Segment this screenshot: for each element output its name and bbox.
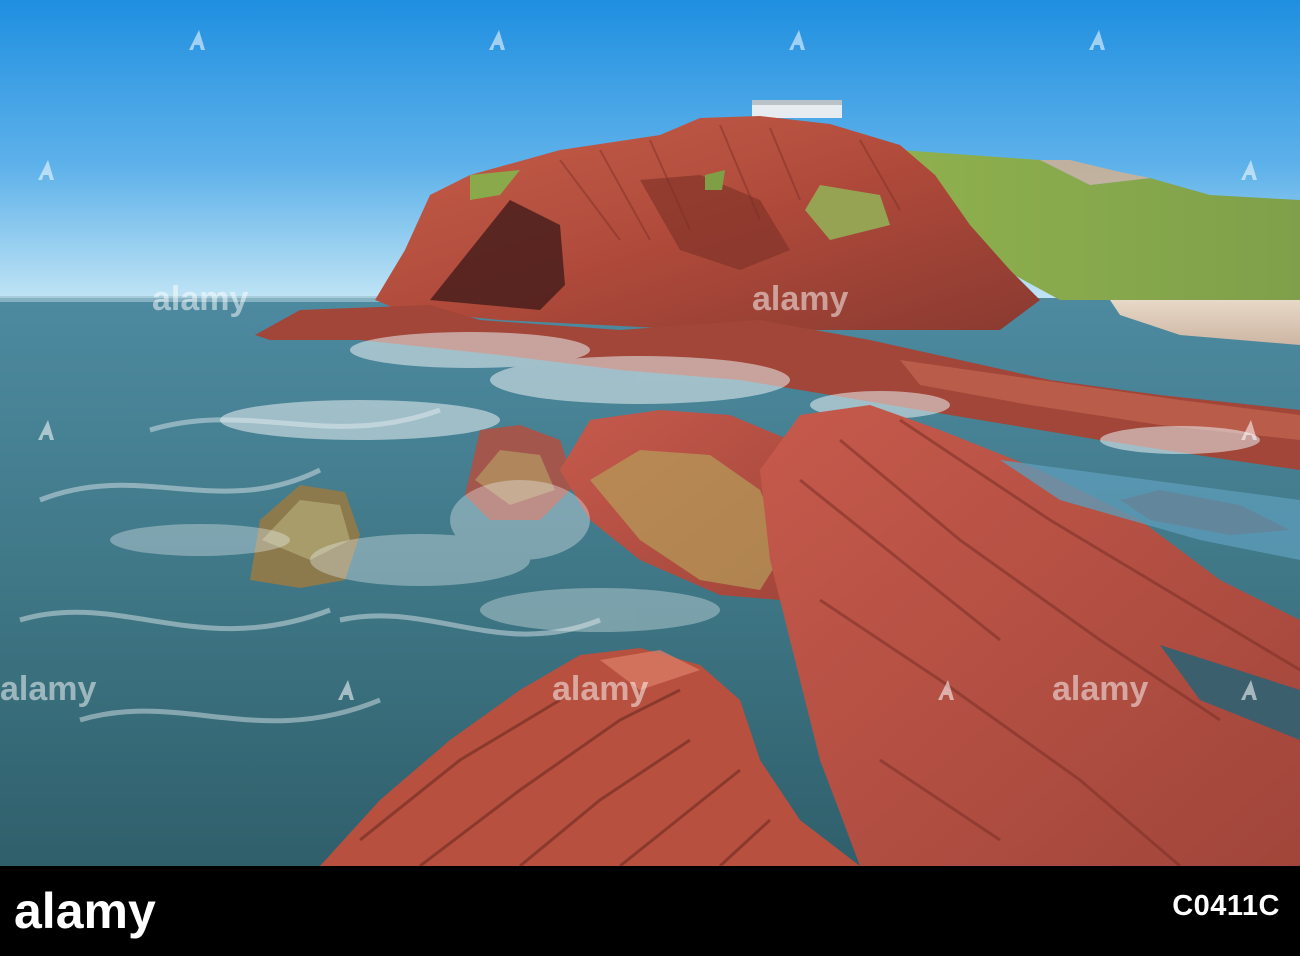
stock-photo-page: alamy alamy alamy alamy alamy alamy C041… [0, 0, 1300, 956]
alamy-logo: alamy [14, 884, 156, 939]
stock-image-id: C0411C [1172, 890, 1280, 922]
stock-footer-bar: alamy C0411C [0, 866, 1300, 956]
coastal-cliff-photo [0, 0, 1300, 866]
alamy-logo-text: alamy [14, 884, 156, 939]
